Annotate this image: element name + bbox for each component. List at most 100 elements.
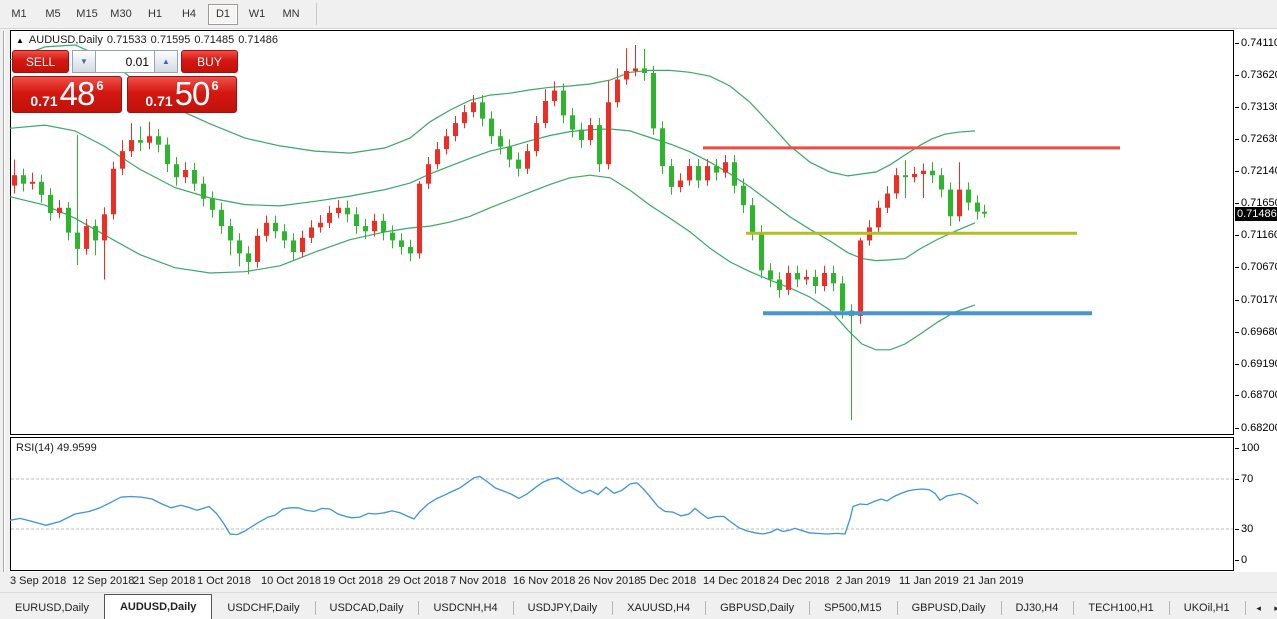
timeframe-button-w1[interactable]: W1 <box>242 4 272 25</box>
axis-tick-label: 0.68700 <box>1241 389 1277 401</box>
axis-tick <box>1235 75 1239 76</box>
ohlc-high: 0.71595 <box>150 34 191 46</box>
tab-separator <box>1244 601 1246 615</box>
tab-usdcad-daily[interactable]: USDCAD,Daily <box>314 597 419 619</box>
ohlc-low: 0.71485 <box>194 34 235 46</box>
tab-ukoil-h1[interactable]: UKOil,H1 <box>1168 597 1245 619</box>
axis-tick-label: 0.68200 <box>1241 422 1277 434</box>
symbol-tab-bar: EURUSD,Daily AUDUSD,Daily USDCHF,Daily USDC… <box>0 592 1277 619</box>
timeframe-button-m15[interactable]: M15 <box>72 4 102 25</box>
timeframe-button-m1[interactable]: M1 <box>4 4 34 25</box>
tab-usdjpy-daily[interactable]: USDJPY,Daily <box>512 597 613 619</box>
buy-price-pip: 6 <box>211 78 219 93</box>
date-label: 26 Nov 2018 <box>578 575 641 587</box>
tab-gbpusd-daily[interactable]: GBPUSD,Daily <box>705 597 809 619</box>
date-label: 7 Nov 2018 <box>450 575 507 587</box>
chart-title: ▲ AUDUSD,Daily 0.71533 0.71595 0.71485 0.7148… <box>16 34 282 46</box>
timeframe-button-h4[interactable]: H4 <box>174 4 204 25</box>
tab-eurusd-daily[interactable]: EURUSD,Daily <box>0 597 104 619</box>
date-label: 3 Sep 2018 <box>10 575 67 587</box>
date-label: 14 Dec 2018 <box>703 575 766 587</box>
axis-tick-label: 0.69190 <box>1241 358 1277 370</box>
axis-tick <box>1235 332 1239 333</box>
volume-up-icon[interactable]: ▲ <box>154 50 178 73</box>
tab-scroll-right-icon[interactable]: ▸ <box>1268 599 1277 617</box>
axis-tick <box>1235 300 1239 301</box>
one-click-trading-panel: SELL ▼ ▲ BUY 0.71 48 6 0.71 50 6 <box>12 50 238 113</box>
date-label: 29 Oct 2018 <box>388 575 448 587</box>
current-price-tag: 0.71486 <box>1235 207 1277 221</box>
volume-down-icon[interactable]: ▼ <box>72 50 96 73</box>
axis-tick <box>1235 43 1239 44</box>
axis-tick <box>1235 448 1239 449</box>
buy-price-box[interactable]: 0.71 50 6 <box>127 76 237 113</box>
axis-tick-label: 0.74110 <box>1241 37 1277 49</box>
axis-tick-label: 30 <box>1241 523 1254 535</box>
symbol-marker-icon: ▲ <box>16 36 24 45</box>
buy-button[interactable]: BUY <box>181 50 238 73</box>
splitter-handle[interactable] <box>3 31 5 589</box>
timeframe-button-m5[interactable]: M5 <box>38 4 68 25</box>
tab-tech100-h1[interactable]: TECH100,H1 <box>1073 597 1168 619</box>
buy-price-big: 50 <box>174 75 211 112</box>
axis-tick-label: 0.70670 <box>1241 261 1277 273</box>
symbol-label: AUDUSD,Daily <box>28 34 103 46</box>
tab-audusd-daily[interactable]: AUDUSD,Daily <box>103 594 213 619</box>
axis-tick <box>1235 203 1239 204</box>
axis-tick-label: 100 <box>1241 442 1260 454</box>
rsi-indicator-panel[interactable] <box>10 437 1234 571</box>
sell-price-pip: 6 <box>96 78 104 93</box>
mt4-window: M1 M5 M15 M30 H1 H4 D1 W1 MN ▲ AUDUSD,Daily 0.7153… <box>0 0 1277 619</box>
sell-price-big: 48 <box>59 75 96 112</box>
ohlc-open: 0.71533 <box>106 34 147 46</box>
sell-price-box[interactable]: 0.71 48 6 <box>12 76 122 113</box>
left-gutter <box>0 29 10 592</box>
axis-tick <box>1235 171 1239 172</box>
tab-usdchf-daily[interactable]: USDCHF,Daily <box>212 597 314 619</box>
axis-tick-label: 0.69680 <box>1241 326 1277 338</box>
date-label: 1 Oct 2018 <box>197 575 251 587</box>
axis-tick-label: 0.73620 <box>1241 69 1277 81</box>
buy-price-prefix: 0.71 <box>145 93 173 109</box>
axis-tick <box>1235 529 1239 530</box>
axis-tick-label: 0.71160 <box>1241 229 1277 241</box>
date-label: 21 Sep 2018 <box>133 575 196 587</box>
volume-input[interactable] <box>96 50 154 73</box>
tab-xauusd-h4[interactable]: XAUUSD,H4 <box>612 597 705 619</box>
axis-tick <box>1235 395 1239 396</box>
axis-tick-label: 0.72140 <box>1241 165 1277 177</box>
date-label: 19 Oct 2018 <box>323 575 383 587</box>
date-label: 24 Dec 2018 <box>767 575 830 587</box>
toolbar-separator <box>316 3 317 25</box>
tab-scroll-left-icon[interactable]: ◂ <box>1250 599 1268 617</box>
timeframe-button-d1[interactable]: D1 <box>208 3 238 25</box>
date-label: 16 Nov 2018 <box>513 575 576 587</box>
axis-tick <box>1235 267 1239 268</box>
axis-tick <box>1235 107 1239 108</box>
date-label: 12 Sep 2018 <box>72 575 135 587</box>
tab-dj30-h4[interactable]: DJ30,H4 <box>1000 597 1074 619</box>
axis-tick <box>1235 560 1239 561</box>
date-label: 11 Jan 2019 <box>899 575 959 587</box>
axis-tick-label: 0.73130 <box>1241 101 1277 113</box>
date-label: 10 Oct 2018 <box>261 575 321 587</box>
tab-gbpusd-daily[interactable]: GBPUSD,Daily <box>896 597 1001 619</box>
axis-tick-label: 0 <box>1241 554 1248 566</box>
volume-stepper: ▼ ▲ <box>72 50 178 73</box>
axis-tick <box>1235 235 1239 236</box>
timeframe-button-h1[interactable]: H1 <box>140 4 170 25</box>
tab-usdcnh-h4[interactable]: USDCNH,H4 <box>418 597 512 619</box>
axis-tick <box>1235 479 1239 480</box>
axis-tick <box>1235 428 1239 429</box>
tab-sp500-m15[interactable]: SP500,M15 <box>809 597 896 619</box>
time-axis[interactable]: 3 Sep 2018 12 Sep 2018 21 Sep 2018 1 Oct 20… <box>0 572 1277 592</box>
tab-scroll-arrows: ◂ ▸ <box>1244 597 1277 619</box>
date-label: 21 Jan 2019 <box>963 575 1024 587</box>
timeframe-button-m30[interactable]: M30 <box>106 4 136 25</box>
timeframe-button-mn[interactable]: MN <box>276 4 306 25</box>
date-label: 5 Dec 2018 <box>640 575 697 587</box>
sell-button[interactable]: SELL <box>12 50 69 73</box>
rsi-label: RSI(14) 49.9599 <box>16 442 97 454</box>
ohlc-close: 0.71486 <box>238 34 278 46</box>
axis-tick <box>1235 139 1239 140</box>
